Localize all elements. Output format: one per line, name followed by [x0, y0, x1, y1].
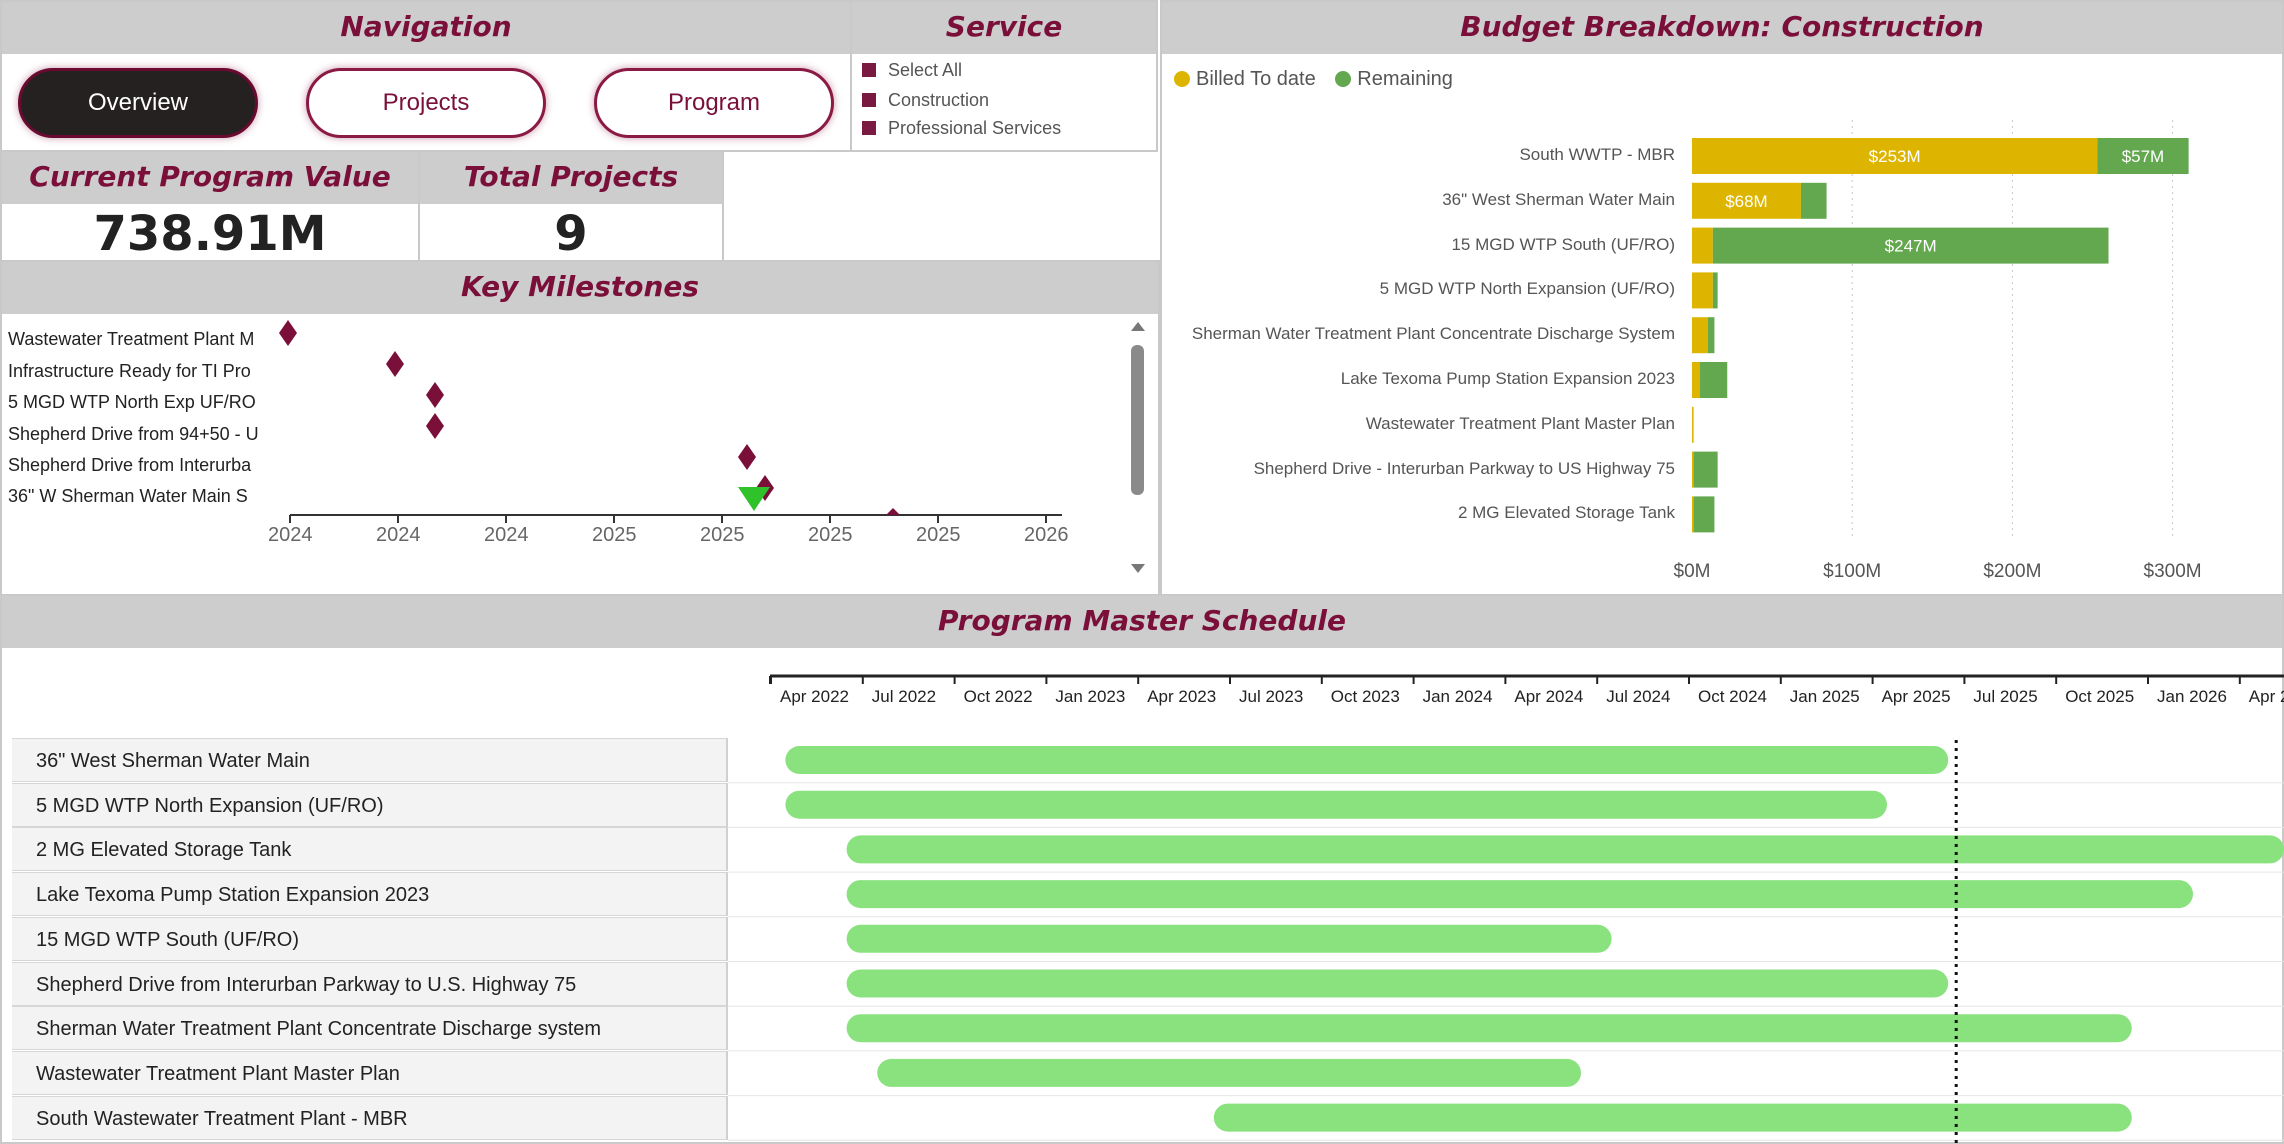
schedule-bar[interactable]	[785, 746, 1949, 774]
schedule-bar[interactable]	[785, 790, 1887, 819]
schedule-bar[interactable]	[846, 835, 2284, 864]
schedule-bar[interactable]	[846, 880, 2193, 909]
schedule-bar[interactable]	[846, 924, 1612, 953]
schedule-bar[interactable]	[846, 969, 1949, 998]
schedule-chart	[728, 674, 2284, 1144]
schedule-bar[interactable]	[846, 1014, 2132, 1043]
schedule-bar[interactable]	[1213, 1103, 2132, 1132]
schedule-bar[interactable]	[877, 1058, 1581, 1087]
